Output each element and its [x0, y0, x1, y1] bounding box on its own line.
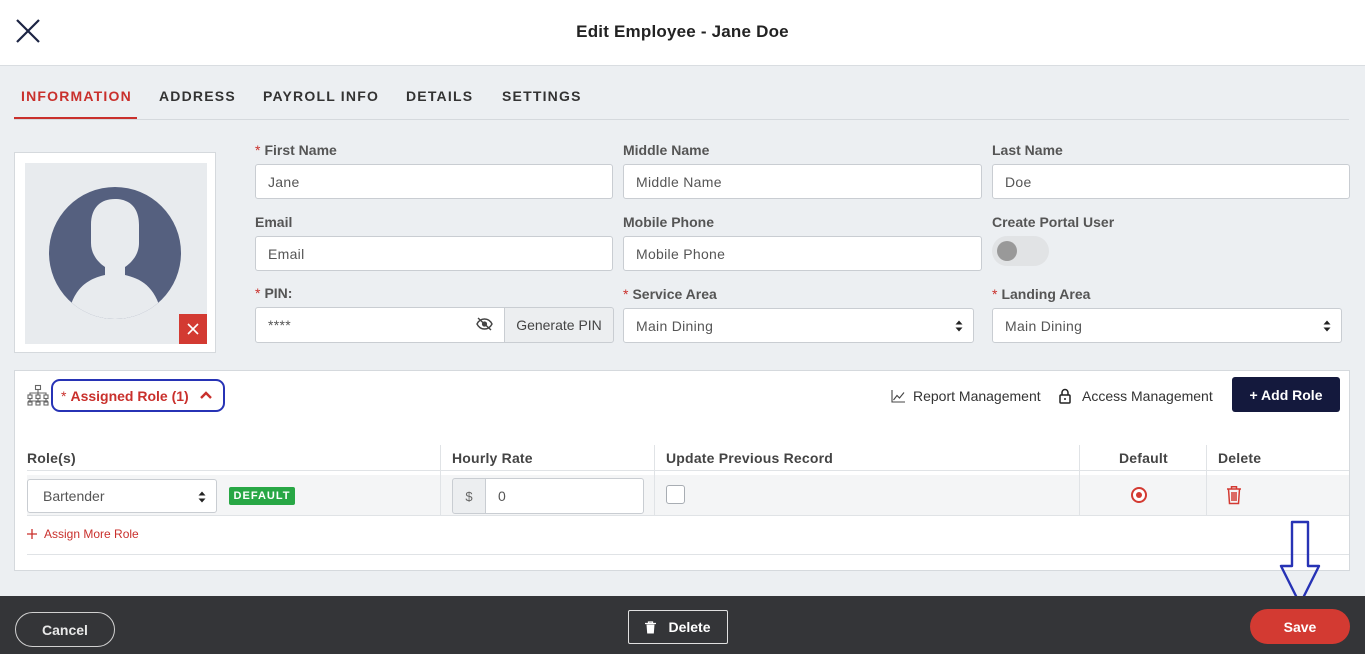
middle-name-label: Middle Name	[623, 142, 710, 158]
column-separator	[440, 445, 441, 516]
pin-input[interactable]	[255, 307, 505, 343]
create-portal-user-label: Create Portal User	[992, 214, 1115, 230]
email-field[interactable]	[255, 236, 613, 271]
service-area-label: * Service Area	[623, 286, 717, 302]
sort-arrows-icon	[1323, 320, 1331, 332]
add-role-button[interactable]: + Add Role	[1232, 377, 1340, 412]
delete-button[interactable]: Delete	[628, 610, 728, 644]
first-name-label: * First Name	[255, 142, 337, 158]
hierarchy-icon	[27, 384, 49, 406]
pin-label: * PIN:	[255, 285, 293, 301]
service-area-select[interactable]: Main Dining	[623, 308, 974, 343]
trash-icon[interactable]	[1226, 485, 1242, 505]
landing-area-select[interactable]: Main Dining	[992, 308, 1342, 343]
column-separator	[1206, 445, 1207, 516]
plus-icon	[27, 529, 37, 539]
line-chart-icon	[891, 390, 905, 403]
tab-settings[interactable]: SETTINGS	[502, 88, 582, 104]
tab-bar: INFORMATION ADDRESS PAYROLL INFO DETAILS…	[14, 74, 1349, 120]
eye-slash-icon[interactable]	[476, 317, 493, 331]
column-header-hourly-rate: Hourly Rate	[452, 450, 533, 466]
last-name-input[interactable]	[992, 164, 1350, 199]
column-header-update-previous-record: Update Previous Record	[666, 450, 833, 466]
mobile-phone-input[interactable]	[623, 236, 982, 271]
email-label: Email	[255, 214, 293, 230]
page-title: Edit Employee - Jane Doe	[576, 22, 789, 41]
default-badge: DEFAULT	[229, 487, 295, 505]
currency-addon: $	[452, 478, 486, 514]
divider	[27, 515, 1349, 516]
tab-details[interactable]: DETAILS	[406, 88, 473, 104]
close-icon	[187, 323, 199, 335]
default-role-radio[interactable]	[1131, 487, 1147, 503]
assigned-role-toggle[interactable]: * Assigned Role (1)	[51, 379, 225, 412]
cancel-button[interactable]: Cancel	[15, 612, 115, 647]
column-separator	[1079, 445, 1080, 516]
sort-arrows-icon	[198, 491, 206, 503]
remove-photo-button[interactable]	[179, 314, 207, 344]
table-row-bg	[27, 475, 1349, 516]
toggle-knob	[997, 241, 1017, 261]
annotation-arrow-icon	[1279, 520, 1321, 606]
column-header-delete: Delete	[1218, 450, 1262, 466]
generate-pin-button[interactable]: Generate PIN	[504, 307, 614, 343]
avatar-card	[14, 152, 216, 353]
column-header-default: Default	[1119, 450, 1168, 466]
lock-icon	[1059, 388, 1071, 404]
create-portal-user-toggle[interactable]	[992, 236, 1049, 266]
tab-address[interactable]: ADDRESS	[159, 88, 236, 104]
landing-area-label: * Landing Area	[992, 286, 1091, 302]
modal-footer: Cancel Delete Save	[0, 596, 1365, 654]
report-management-link[interactable]: Report Management	[891, 388, 1041, 404]
save-button[interactable]: Save	[1250, 609, 1350, 644]
access-management-link[interactable]: Access Management	[1059, 388, 1213, 404]
last-name-label: Last Name	[992, 142, 1063, 158]
column-header-roles: Role(s)	[27, 450, 76, 466]
mobile-phone-label: Mobile Phone	[623, 214, 714, 230]
role-select[interactable]: Bartender	[27, 479, 217, 513]
hourly-rate-input[interactable]: 0	[485, 478, 644, 514]
middle-name-input[interactable]	[623, 164, 982, 199]
tab-payroll-info[interactable]: PAYROLL INFO	[263, 88, 379, 104]
assign-more-role-link[interactable]: Assign More Role	[27, 527, 139, 541]
assigned-roles-panel: * Assigned Role (1) Report Management Acc…	[14, 370, 1350, 571]
divider	[27, 470, 1349, 471]
trash-icon	[645, 620, 657, 633]
update-previous-record-checkbox[interactable]	[666, 485, 685, 504]
column-separator	[654, 445, 655, 516]
divider	[27, 554, 1349, 555]
modal-header: Edit Employee - Jane Doe	[0, 0, 1365, 66]
chevron-up-icon	[200, 391, 212, 399]
tab-information[interactable]: INFORMATION	[21, 88, 132, 104]
sort-arrows-icon	[955, 320, 963, 332]
active-tab-indicator	[14, 117, 137, 119]
first-name-input[interactable]	[255, 164, 613, 199]
